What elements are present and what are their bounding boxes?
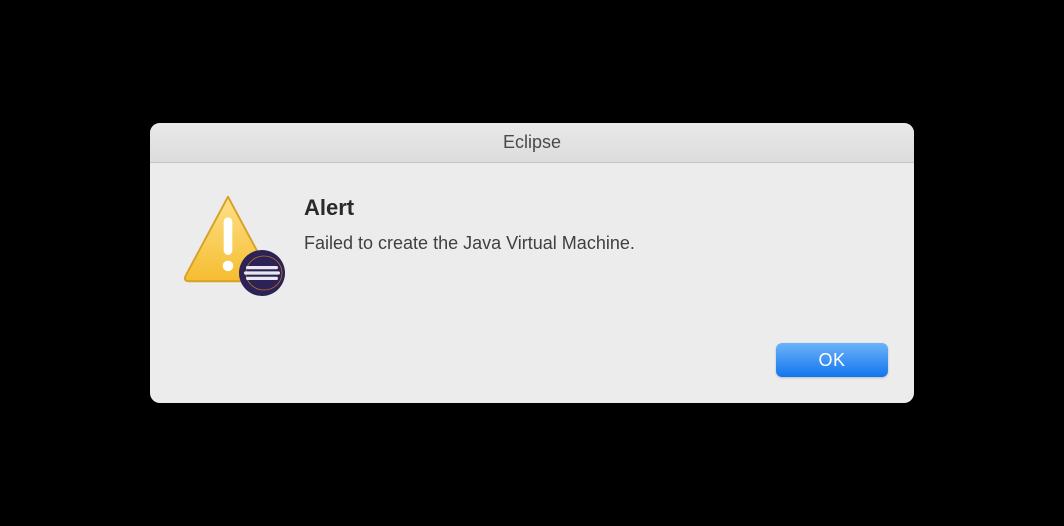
dialog-icon-group bbox=[180, 191, 276, 287]
alert-heading: Alert bbox=[304, 195, 884, 221]
eclipse-icon bbox=[238, 249, 286, 297]
dialog-titlebar: Eclipse bbox=[150, 123, 914, 163]
dialog-content: Alert Failed to create the Java Virtual … bbox=[304, 191, 884, 254]
ok-button[interactable]: OK bbox=[776, 343, 888, 377]
alert-message: Failed to create the Java Virtual Machin… bbox=[304, 233, 884, 254]
dialog-button-row: OK bbox=[150, 343, 914, 403]
dialog-title: Eclipse bbox=[503, 132, 561, 153]
dialog-body: Alert Failed to create the Java Virtual … bbox=[150, 163, 914, 313]
alert-dialog: Eclipse bbox=[150, 123, 914, 403]
